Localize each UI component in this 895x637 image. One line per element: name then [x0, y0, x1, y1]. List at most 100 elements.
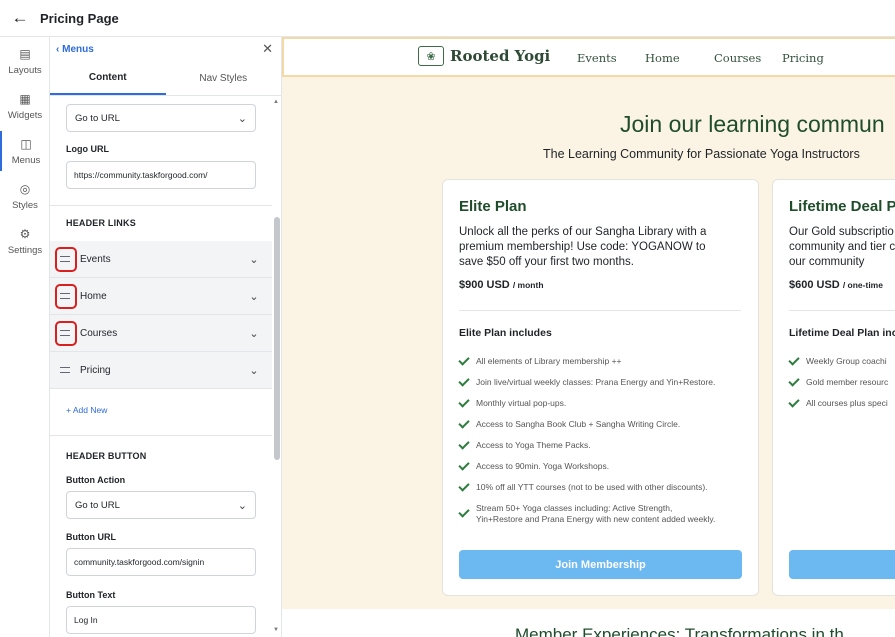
settings-icon: ⚙ [19, 227, 31, 241]
chevron-down-icon: ⌄ [237, 499, 247, 512]
hero-subtitle: The Learning Community for Passionate Yo… [543, 147, 860, 161]
plan-feature: Access to Sangha Book Club + Sangha Writ… [458, 417, 680, 430]
chevron-down-icon[interactable]: ⌄ [236, 290, 272, 303]
section-title: Member Experiences: Transformations in t… [515, 625, 844, 637]
header-link-courses[interactable]: Courses ⌄ [50, 315, 272, 352]
divider [50, 435, 272, 436]
logo-url-input[interactable]: https://community.taskforgood.com/ [66, 161, 256, 189]
header-link-pricing[interactable]: Pricing ⌄ [50, 352, 272, 389]
button-text-label: Button Text [66, 590, 116, 600]
tab-content[interactable]: Content [50, 61, 166, 95]
divider [50, 205, 272, 206]
check-icon [458, 417, 470, 429]
chevron-down-icon: ⌄ [237, 112, 247, 125]
widgets-icon: ▦ [19, 92, 31, 106]
menus-icon: ◫ [20, 137, 32, 151]
header-link-home[interactable]: Home ⌄ [50, 278, 272, 315]
chevron-down-icon[interactable]: ⌄ [236, 364, 272, 377]
plan-price: $900 USD / month [459, 279, 544, 291]
highlight-ring [55, 246, 77, 272]
scroll-down-icon[interactable]: ▼ [273, 627, 279, 633]
header-links-heading: HEADER LINKS [66, 218, 136, 228]
scrollbar-thumb[interactable] [274, 217, 280, 460]
drag-handle-icon[interactable] [50, 315, 80, 352]
menu-settings-panel: ‹ Menus ✕ Content Nav Styles Go to URL ⌄… [50, 37, 282, 637]
plan-feature: Stream 50+ Yoga classes including: Activ… [458, 503, 715, 525]
plan-feature: Join live/virtual weekly classes: Prana … [458, 375, 715, 388]
page-title: Pricing Page [40, 10, 119, 26]
plan-feature: Access to Yoga Theme Packs. [458, 438, 591, 451]
check-icon [458, 438, 470, 450]
site-nav-events[interactable]: Events [577, 51, 617, 65]
plan-includes-title: Elite Plan includes [459, 327, 552, 339]
rail-item-label: Settings [7, 245, 43, 256]
top-bar: ← Pricing Page [0, 0, 895, 37]
scroll-up-icon[interactable]: ▲ [273, 99, 279, 105]
join-membership-button[interactable]: Join Membership [459, 550, 742, 579]
button-text-input[interactable]: Log In [66, 606, 256, 634]
check-icon [458, 459, 470, 471]
rail-item-settings[interactable]: ⚙ Settings [0, 221, 50, 261]
plan-title: Lifetime Deal P [789, 198, 895, 215]
rail-item-widgets[interactable]: ▦ Widgets [0, 86, 50, 126]
close-icon[interactable]: ✕ [262, 41, 273, 57]
tab-nav-styles[interactable]: Nav Styles [166, 61, 282, 95]
site-nav-pricing[interactable]: Pricing [782, 51, 824, 65]
header-link-label: Pricing [80, 364, 111, 376]
plan-card-lifetime: Lifetime Deal P Our Gold subscriptio com… [772, 179, 895, 596]
header-link-label: Events [80, 253, 111, 265]
add-new-link[interactable]: + Add New [66, 405, 107, 415]
check-icon [788, 375, 800, 387]
plan-feature: All courses plus speci [788, 396, 888, 409]
site-nav-courses[interactable]: Courses [714, 51, 761, 65]
header-button-heading: HEADER BUTTON [66, 451, 147, 461]
check-icon [458, 354, 470, 366]
plan-description: Unlock all the perks of our Sangha Libra… [459, 226, 707, 268]
drag-handle-icon[interactable] [50, 278, 80, 315]
plan-price: $600 USD / one-time [789, 279, 883, 291]
divider [789, 310, 895, 311]
divider [459, 310, 741, 311]
check-icon [458, 506, 470, 518]
plan-feature: All elements of Library membership ++ [458, 354, 622, 367]
rail-item-layouts[interactable]: ▤ Layouts [0, 41, 50, 81]
layouts-icon: ▤ [19, 47, 31, 61]
chevron-down-icon[interactable]: ⌄ [236, 327, 272, 340]
lotus-logo-icon: ❀ [418, 46, 444, 66]
button-action-select[interactable]: Go to URL ⌄ [66, 491, 256, 519]
plan-feature: Access to 90min. Yoga Workshops. [458, 459, 609, 472]
chevron-down-icon[interactable]: ⌄ [236, 253, 272, 266]
header-link-events[interactable]: Events ⌄ [50, 241, 272, 278]
plan-card-elite: Elite Plan Unlock all the perks of our S… [442, 179, 759, 596]
check-icon [458, 396, 470, 408]
logo-url-label: Logo URL [66, 144, 109, 154]
page-preview: ❀ Rooted Yogi Events Home Courses Pricin… [282, 37, 895, 637]
plan-includes-title: Lifetime Deal Plan inc [789, 327, 895, 339]
plan-feature: 10% off all YTT courses (not to be used … [458, 480, 708, 493]
button-url-label: Button URL [66, 532, 116, 542]
drag-handle-icon[interactable] [50, 352, 80, 389]
hero-title: Join our learning commun [620, 111, 885, 137]
button-url-input[interactable]: community.taskforgood.com/signin [66, 548, 256, 576]
highlight-ring [55, 283, 77, 309]
check-icon [788, 396, 800, 408]
back-arrow-icon[interactable]: ← [0, 0, 40, 37]
join-button[interactable]: Jo [789, 550, 895, 579]
rail-item-menus[interactable]: ◫ Menus [0, 131, 50, 171]
logo-action-select[interactable]: Go to URL ⌄ [66, 104, 256, 132]
header-link-label: Home [80, 290, 107, 302]
left-rail: ▤ Layouts ▦ Widgets ◫ Menus ◎ Styles ⚙ S… [0, 37, 50, 637]
site-brand[interactable]: Rooted Yogi [450, 47, 550, 65]
rail-item-styles[interactable]: ◎ Styles [0, 176, 50, 216]
plan-feature: Weekly Group coachi [788, 354, 887, 367]
panel-scroll-area[interactable]: Go to URL ⌄ Logo URL https://community.t… [50, 97, 272, 637]
plan-description: Our Gold subscriptio community and tier … [789, 226, 895, 268]
plan-feature: Monthly virtual pop-ups. [458, 396, 566, 409]
menus-back-link[interactable]: ‹ Menus [56, 44, 94, 55]
button-action-label: Button Action [66, 475, 126, 485]
drag-handle-icon[interactable] [50, 241, 80, 278]
site-nav-home[interactable]: Home [645, 51, 680, 65]
rail-item-label: Styles [12, 200, 38, 211]
plan-title: Elite Plan [459, 198, 527, 215]
rail-item-label: Widgets [7, 110, 43, 121]
